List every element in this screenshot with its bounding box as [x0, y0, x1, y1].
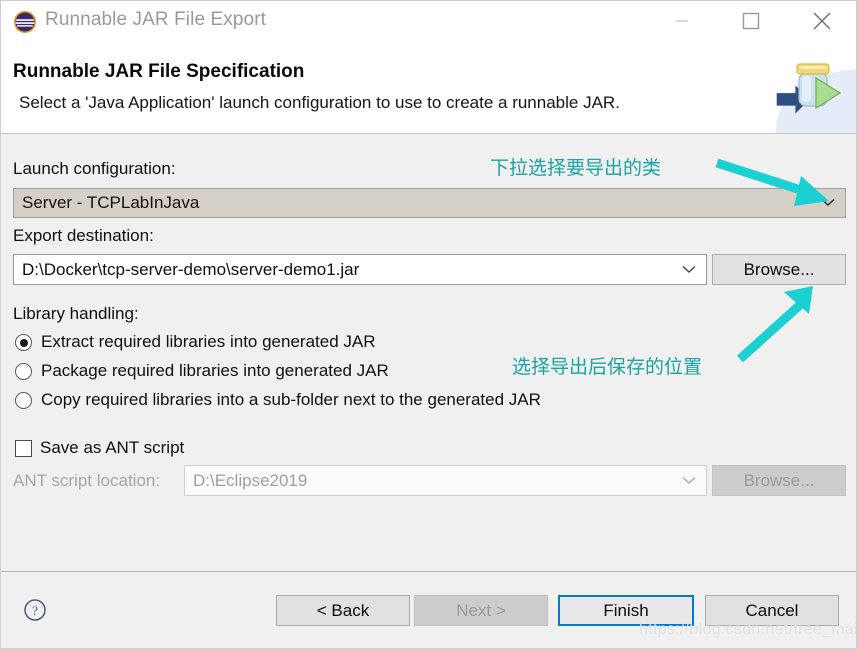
minimize-icon — [676, 20, 688, 22]
svg-text:?: ? — [32, 603, 38, 618]
help-icon[interactable]: ? — [23, 598, 47, 622]
chevron-down-icon — [682, 472, 696, 490]
title-bar: Runnable JAR File Export — [1, 1, 856, 43]
library-handling-label: Library handling: — [13, 304, 139, 323]
close-button[interactable] — [794, 1, 850, 41]
ant-script-location-label: ANT script location: — [13, 471, 161, 490]
page-title: Runnable JAR File Specification — [13, 61, 305, 82]
page-subtitle: Select a 'Java Application' launch confi… — [19, 93, 620, 112]
radio-label: Package required libraries into generate… — [41, 361, 389, 380]
ant-script-location-value: D:\Eclipse2019 — [193, 470, 308, 490]
radio-label: Copy required libraries into a sub-folde… — [41, 390, 541, 409]
save-as-ant-script-label: Save as ANT script — [40, 438, 185, 457]
radio-indicator[interactable] — [15, 363, 32, 380]
minimize-button[interactable] — [654, 1, 710, 41]
export-destination-browse-button[interactable]: Browse... — [712, 254, 846, 285]
chevron-down-icon — [682, 261, 696, 279]
export-destination-value: D:\Docker\tcp-server-demo\server-demo1.j… — [22, 259, 360, 279]
maximize-icon — [742, 12, 760, 30]
window-title: Runnable JAR File Export — [45, 9, 267, 30]
next-button: Next > — [414, 595, 548, 626]
radio-indicator[interactable] — [15, 392, 32, 409]
annotation-export-destination: 选择导出后保存的位置 — [512, 356, 703, 378]
watermark: https://blog.csdn.net/free_main — [639, 621, 857, 638]
save-as-ant-script-checkbox[interactable] — [15, 440, 32, 457]
radio-label: Extract required libraries into generate… — [41, 332, 376, 351]
ant-script-location-combo: D:\Eclipse2019 — [184, 465, 707, 496]
launch-configuration-combo[interactable]: Server - TCPLabInJava — [13, 188, 846, 218]
runnable-jar-export-dialog: Runnable JAR File Export Runnable JAR Fi… — [0, 0, 857, 649]
close-icon — [813, 12, 831, 30]
export-destination-combo[interactable]: D:\Docker\tcp-server-demo\server-demo1.j… — [13, 254, 707, 285]
launch-configuration-label: Launch configuration: — [13, 159, 176, 178]
back-button[interactable]: < Back — [276, 595, 410, 626]
radio-indicator[interactable] — [15, 334, 32, 351]
launch-configuration-value: Server - TCPLabInJava — [22, 193, 200, 212]
export-destination-label: Export destination: — [13, 226, 154, 245]
ant-script-browse-button: Browse... — [712, 465, 846, 496]
annotation-launch-configuration: 下拉选择要导出的类 — [490, 157, 662, 179]
jar-export-icon — [758, 43, 856, 133]
eclipse-icon — [13, 10, 37, 34]
maximize-button[interactable] — [723, 1, 779, 41]
chevron-down-icon — [821, 194, 835, 212]
dialog-header: Runnable JAR File Specification Select a… — [1, 43, 856, 134]
